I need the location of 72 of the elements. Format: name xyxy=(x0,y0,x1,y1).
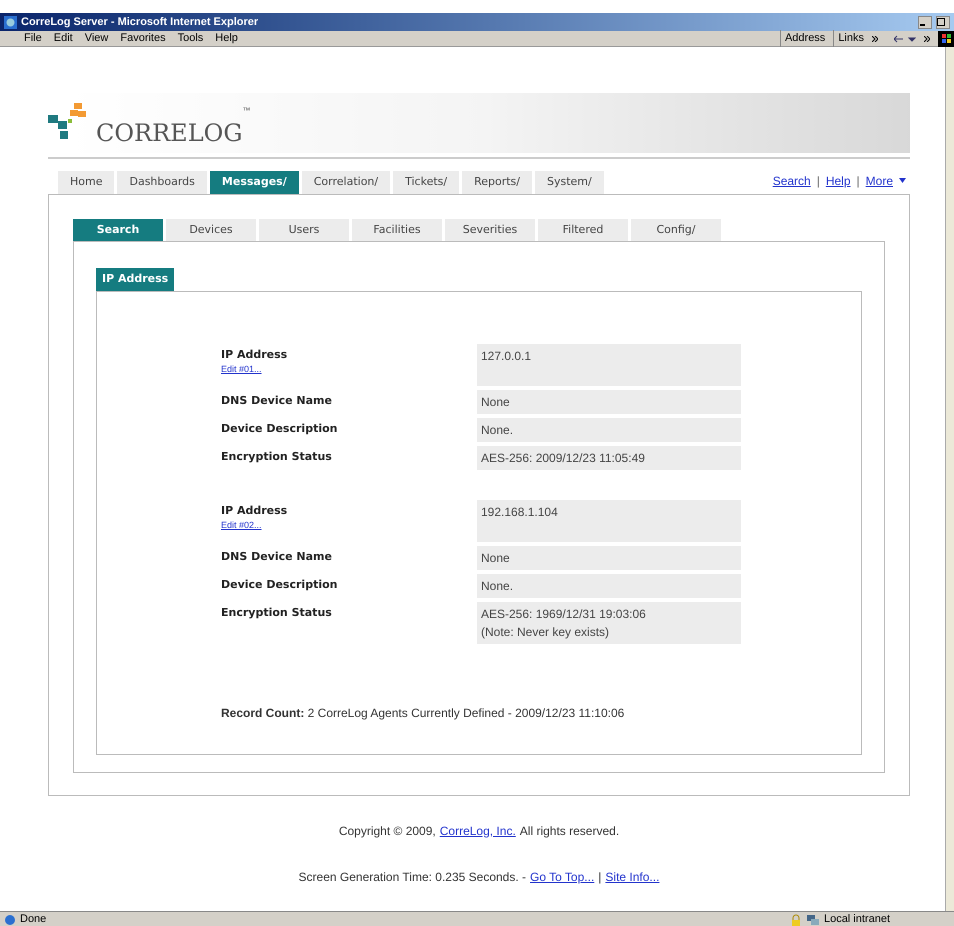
menu-item[interactable]: Help xyxy=(215,30,238,47)
nav-link[interactable]: Search xyxy=(772,172,811,190)
tab[interactable]: Dashboards xyxy=(117,171,207,194)
more-link[interactable]: More xyxy=(866,172,893,190)
value-text: 127.0.0.1 xyxy=(481,348,532,364)
field-label: Device Description xyxy=(221,420,338,436)
tab[interactable]: Correlation/ xyxy=(302,171,390,194)
value-text: None xyxy=(481,550,511,566)
edit-link[interactable]: Edit #02... xyxy=(221,519,477,532)
value-text: None. xyxy=(481,422,514,438)
menu-item[interactable]: View xyxy=(84,30,108,47)
tab[interactable]: Messages/ xyxy=(210,171,299,194)
field-label: DNS Device Name xyxy=(221,392,333,408)
trademark-sign: ™ xyxy=(242,105,250,117)
record-count-text: Record Count: 2 CorreLog Agents Currently Defined - 2009/12/23 11:10:06 xyxy=(221,704,626,722)
tab[interactable]: Users xyxy=(259,218,349,241)
tab[interactable]: Tickets/ xyxy=(393,171,460,194)
nav-link[interactable]: Help xyxy=(826,172,851,190)
tab[interactable]: Home xyxy=(58,171,114,194)
tab[interactable]: Reports/ xyxy=(462,171,532,194)
tab[interactable]: Config/ xyxy=(631,218,721,241)
menu-item[interactable]: Favorites xyxy=(120,30,166,47)
logo-text: CORRELOG xyxy=(96,121,242,145)
field-label: Encryption Status xyxy=(221,604,333,620)
field-label: IP Address xyxy=(221,346,288,362)
footer-link[interactable]: CorreLog, Inc. xyxy=(440,822,516,840)
zone-text: Local intranet xyxy=(824,912,891,926)
page-icon xyxy=(4,914,16,926)
value-text: None xyxy=(481,394,511,410)
maximize-icon xyxy=(937,18,945,26)
lock-icon xyxy=(790,914,802,926)
value-text: None. xyxy=(481,578,514,594)
scrollbar[interactable] xyxy=(945,47,954,911)
footer-link[interactable]: Go To Top... xyxy=(530,868,594,886)
field-label: Device Description xyxy=(221,576,338,592)
browser-icon xyxy=(4,16,17,28)
maximize-button[interactable] xyxy=(936,16,950,28)
menu-item[interactable]: File xyxy=(24,30,42,47)
windows-logo-icon xyxy=(938,30,954,46)
footer-text: Copyright © 2009, xyxy=(338,822,436,840)
window-title: CorreLog Server - Microsoft Internet Explorer xyxy=(21,14,258,30)
footer-text: Screen Generation Time: 0.235 Seconds. - xyxy=(298,868,526,886)
value-text: 192.168.1.104 xyxy=(481,504,559,520)
tab[interactable]: Facilities xyxy=(352,218,442,241)
edit-link[interactable]: Edit #01... xyxy=(221,363,477,376)
tab[interactable]: Devices xyxy=(166,218,256,241)
dropdown-arrow-icon[interactable] xyxy=(899,178,906,183)
separator-text: | xyxy=(816,172,820,190)
value-text: AES-256: 2009/12/23 11:05:49 xyxy=(481,450,646,466)
links-button[interactable]: Links xyxy=(833,30,864,47)
status-text: Done xyxy=(20,912,46,926)
chevron-icon xyxy=(924,36,930,42)
menu-item[interactable]: Tools xyxy=(178,30,204,47)
tab[interactable]: Severities xyxy=(445,218,535,241)
address-label[interactable]: Address xyxy=(780,30,826,47)
tab[interactable]: Filtered xyxy=(538,218,628,241)
minimize-button[interactable] xyxy=(918,16,932,28)
separator-text: | xyxy=(856,172,860,190)
footer-text: All rights reserved. xyxy=(520,822,620,840)
menu-item[interactable]: Edit xyxy=(54,30,73,47)
field-label: IP Address xyxy=(221,502,288,518)
value-text: AES-256: 1969/12/31 19:03:06 xyxy=(481,606,647,622)
tab[interactable]: System/ xyxy=(535,171,604,194)
note-text: (Note: Never key exists) xyxy=(481,624,610,640)
network-icon xyxy=(806,914,820,926)
chevron-icon xyxy=(872,36,878,42)
field-label: Encryption Status xyxy=(221,448,333,464)
footer-text: | xyxy=(598,868,602,886)
field-label: DNS Device Name xyxy=(221,548,333,564)
tab[interactable]: Search xyxy=(73,218,163,241)
back-arrow-icon[interactable] xyxy=(894,34,916,42)
footer-link[interactable]: Site Info... xyxy=(605,868,660,886)
